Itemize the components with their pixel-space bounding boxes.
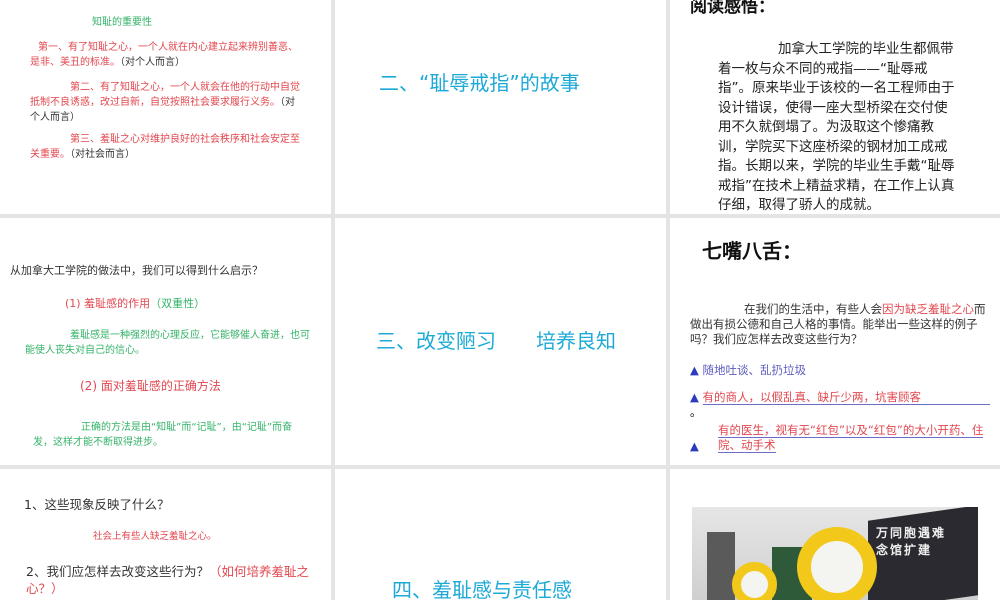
intro-text: 在我们的生活中，有些人会因为缺乏羞耻之心而做出有损公德和自己人格的事情。能举出一… — [690, 302, 986, 346]
slide-heading: 七嘴八舌： — [702, 239, 802, 263]
slide-title: 二、“耻辱戒指”的故事 — [379, 71, 580, 95]
slide-heading: 阅读感悟： — [690, 0, 775, 17]
slide-thumbnail-7[interactable]: 1、这些现象反映了什么？ 社会上有些人缺乏羞耻之心。 2、我们应怎样去改变这些行… — [0, 469, 331, 600]
story-text: 加拿大工学院的毕业生都佩带着一枚与众不同的戒指——“耻辱戒指”。原来毕业于该校的… — [718, 41, 955, 213]
bullet-2: ▲ 有的商人，以假乱真、缺斤少两，坑害顾客 。 — [690, 390, 991, 420]
question-2: 2、我们应怎样去改变这些行为？（如何培养羞耻之心？） — [26, 564, 309, 596]
slide-thumbnail-3[interactable]: 阅读感悟： 加拿大工学院的毕业生都佩带着一枚与众不同的戒指——“耻辱戒指”。原来… — [670, 0, 1000, 214]
subheading-1: (1) 羞耻感的作用（双重性） — [65, 297, 206, 310]
bullet-3: 有的医生，视有无“红包”以及“红包”的大小开药、住院、动手术 — [718, 423, 984, 453]
slide-thumbnail-6[interactable]: 七嘴八舌： 在我们的生活中，有些人会因为缺乏羞耻之心而做出有损公德和自己人格的事… — [670, 218, 1000, 465]
slide-thumbnail-1[interactable]: 知耻的重要性 第一、有了知耻之心，一个人就在内心建立起来辨别善恶、是非、美丑的标… — [0, 0, 331, 214]
question-1: 1、这些现象反映了什么？ — [24, 497, 170, 512]
bullet-1: ▲ 随地吐谈、乱扔垃圾 — [690, 363, 807, 377]
slide-title: 四、羞耻感与责任感 — [392, 578, 572, 600]
paragraph-1: 第一、有了知耻之心，一个人就在内心建立起来辨别善恶、是非、美丑的标准。（对个人而… — [30, 42, 298, 68]
answer-1: 社会上有些人缺乏羞耻之心。 — [93, 531, 217, 542]
paragraph-2: 第二、有了知耻之心，一个人就会在他的行动中自觉抵制不良诱惑，改过自新，自觉按照社… — [30, 82, 300, 123]
memorial-wreath-photo: 万同胞遇难 念馆扩建 — [692, 507, 978, 600]
slide-thumbnail-8[interactable]: 四、羞耻感与责任感 — [335, 469, 666, 600]
subheading-2: (2) 面对羞耻感的正确方法 — [80, 379, 221, 393]
triangle-icon: ▲ — [690, 363, 699, 377]
slide-title: 三、改变陋习 培养良知 — [376, 329, 616, 353]
slide-thumbnail-5[interactable]: 三、改变陋习 培养良知 — [335, 218, 666, 465]
slide-heading: 知耻的重要性 — [92, 17, 152, 28]
triangle-icon: ▲ — [690, 439, 699, 453]
paragraph-3: 第三、羞耻之心对维护良好的社会秩序和社会安定至关重要。（对社会而言） — [30, 134, 300, 160]
paragraph-1: 羞耻感是一种强烈的心理反应，它能够催人奋进，也可能使人丧失对自己的信心。 — [25, 330, 310, 356]
slide-thumbnail-2[interactable]: 二、“耻辱戒指”的故事 — [335, 0, 666, 214]
question: 从加拿大工学院的做法中，我们可以得到什么启示？ — [10, 264, 263, 277]
paragraph-2: 正确的方法是由“知耻”而“记耻”，由“记耻”而奋发，这样才能不断取得进步。 — [33, 422, 293, 448]
triangle-icon: ▲ — [690, 390, 699, 404]
slide-thumbnail-9[interactable]: 万同胞遇难 念馆扩建 — [670, 469, 1000, 600]
slide-thumbnail-4[interactable]: 从加拿大工学院的做法中，我们可以得到什么启示？ (1) 羞耻感的作用（双重性） … — [0, 218, 331, 465]
